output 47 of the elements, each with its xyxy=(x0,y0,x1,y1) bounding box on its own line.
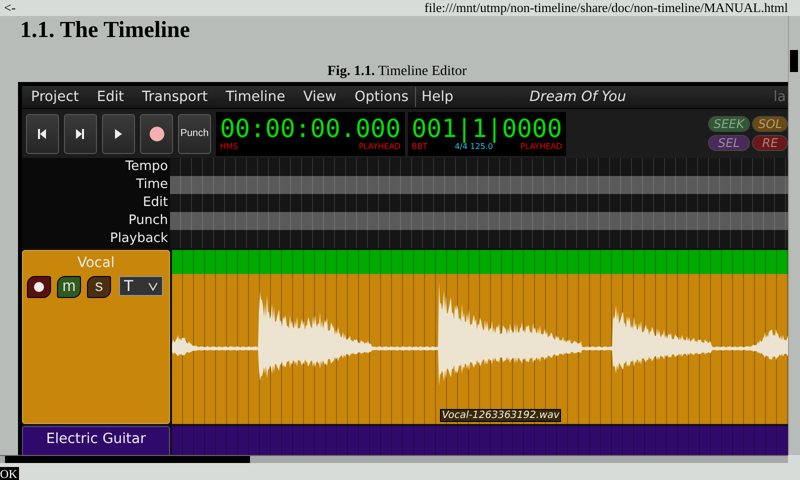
clock-format: BBT xyxy=(412,142,428,152)
scrollbar-thumb[interactable] xyxy=(790,50,798,72)
clock-value: 001|1|0000 xyxy=(412,116,562,142)
punch-button[interactable]: Punch xyxy=(178,114,211,154)
menu-item[interactable]: View xyxy=(303,88,336,106)
mode-button[interactable]: SEL xyxy=(708,135,750,151)
record-icon xyxy=(148,126,164,142)
status-text: OK xyxy=(0,467,20,480)
ruler-label: Playback xyxy=(22,230,170,248)
menu-item[interactable]: Timeline xyxy=(226,88,286,106)
menu-item[interactable]: Edit xyxy=(96,88,124,106)
record-button[interactable] xyxy=(140,114,173,154)
ruler-label: Punch xyxy=(22,212,170,230)
skip-button[interactable] xyxy=(64,114,97,154)
track-name: Electric Guitar xyxy=(46,431,146,447)
figure-caption: Fig. 1.1. Timeline Editor xyxy=(326,64,468,80)
section-heading: 1.1. The Timeline xyxy=(19,16,191,43)
clock-value: 00:00:00.000 xyxy=(220,116,401,142)
clip-name: Vocal-1263363192.wav xyxy=(440,409,562,422)
menu-item[interactable]: Help xyxy=(422,88,454,106)
clock-mode: PLAYHEAD xyxy=(520,142,562,152)
mode-button[interactable]: RE xyxy=(752,135,788,151)
ruler-label: Time xyxy=(22,176,170,194)
url-text: file:///mnt/utmp/non-timeline/share/doc/non-timeline/MANUAL.html xyxy=(424,0,788,16)
record-icon xyxy=(34,282,44,292)
skip-forward-icon xyxy=(74,128,86,140)
time-signature: 4/4 125.0 xyxy=(454,142,494,152)
play-icon xyxy=(112,128,124,140)
skip-back-icon xyxy=(36,128,48,140)
mute-button[interactable]: m xyxy=(57,276,81,298)
project-title: Dream Of You xyxy=(529,89,626,105)
solo-button[interactable]: s xyxy=(87,276,111,298)
ruler-label: Edit xyxy=(22,194,170,212)
play-button[interactable] xyxy=(102,114,135,154)
menu-item[interactable]: Project xyxy=(31,88,79,106)
track-name: Vocal xyxy=(77,255,115,271)
menu-item[interactable]: Options xyxy=(354,88,409,106)
skip-button[interactable] xyxy=(26,114,59,154)
ruler-label: Tempo xyxy=(22,158,170,176)
clock-format: HMS xyxy=(220,142,238,152)
mode-dropdown[interactable]: T xyxy=(119,276,163,296)
title-text: la xyxy=(774,89,786,105)
record-arm-button[interactable] xyxy=(27,276,51,298)
clock-mode: PLAYHEAD xyxy=(358,142,401,152)
menu-item[interactable]: Transport xyxy=(142,88,208,106)
scrollbar-thumb[interactable] xyxy=(5,456,250,463)
back-button[interactable]: <- xyxy=(4,0,16,16)
